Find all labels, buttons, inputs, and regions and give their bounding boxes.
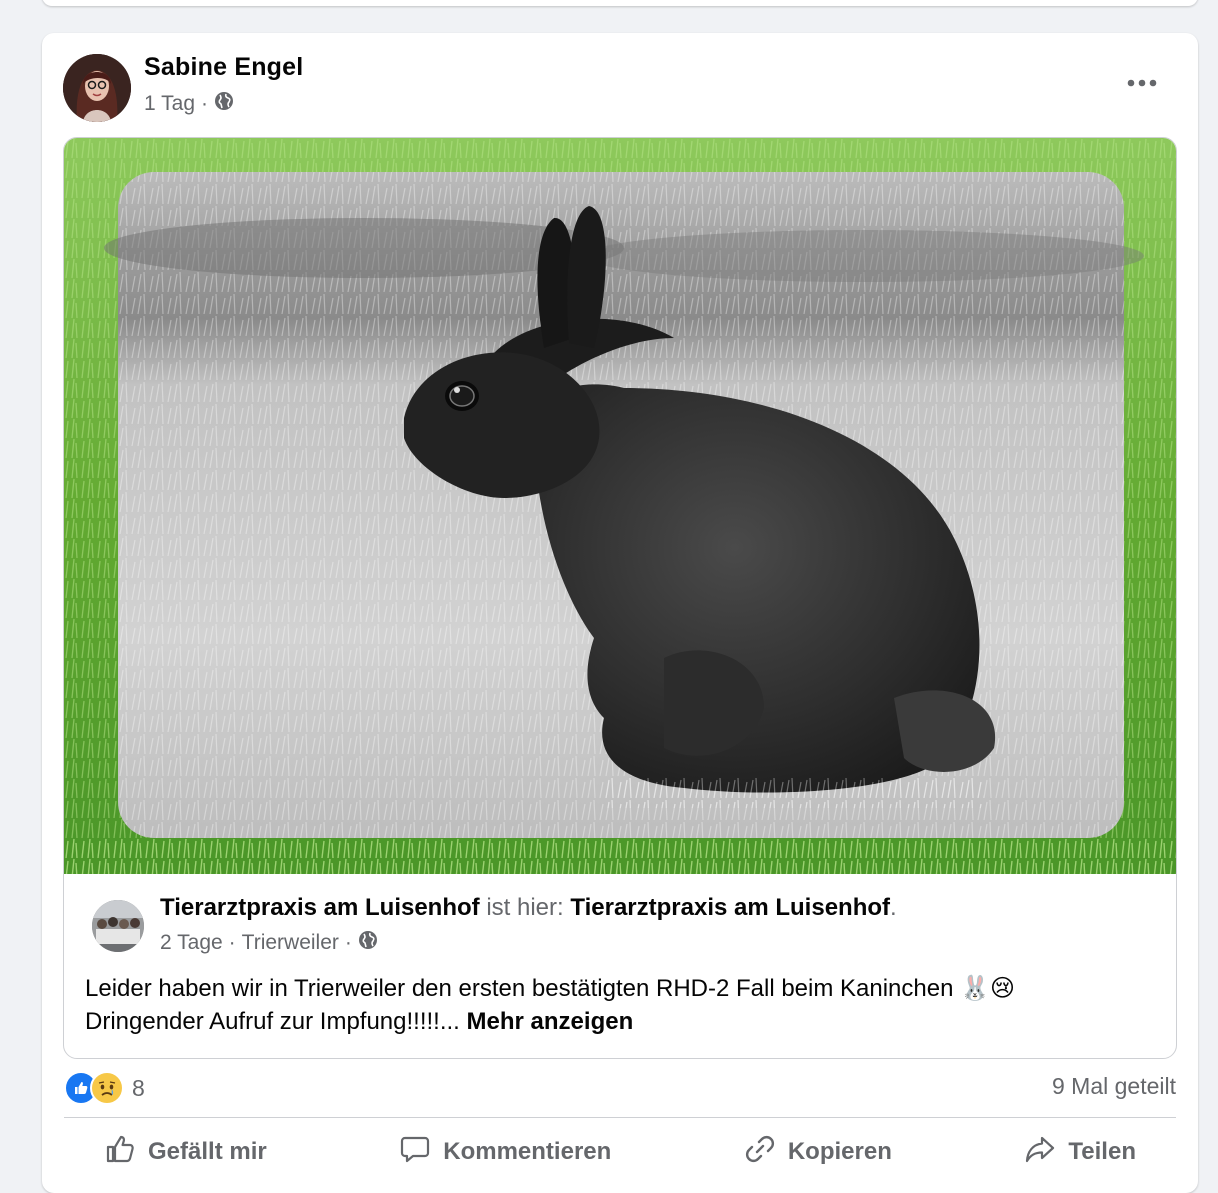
- author-name[interactable]: Sabine Engel: [144, 53, 303, 82]
- copy-link-button[interactable]: Kopieren: [704, 1129, 932, 1175]
- post-time[interactable]: 1 Tag: [144, 92, 195, 116]
- post-text-line: Dringender Aufruf zur Impfung!!!!!...: [85, 1008, 460, 1035]
- shared-post-meta: 2 Tage · Trierweiler ·: [160, 930, 378, 956]
- sad-reaction-icon: [90, 1071, 124, 1105]
- actions-divider: [64, 1117, 1176, 1118]
- share-button[interactable]: Teilen: [984, 1129, 1176, 1175]
- globe-icon: [214, 91, 234, 117]
- previous-post-card: [42, 0, 1198, 6]
- share-arrow-icon: [1024, 1133, 1056, 1172]
- place-link[interactable]: Trierweiler: [242, 931, 339, 955]
- meta-separator: ·: [228, 931, 236, 954]
- author-avatar[interactable]: [63, 54, 131, 122]
- see-more-link[interactable]: Mehr anzeigen: [467, 1008, 634, 1035]
- comment-label: Kommentieren: [443, 1138, 612, 1165]
- shared-post-header: Tierarztpraxis am Luisenhof ist hier: Ti…: [160, 894, 897, 922]
- like-label: Gefällt mir: [148, 1138, 267, 1165]
- post-options-button[interactable]: [1117, 63, 1167, 103]
- shared-post-time[interactable]: 2 Tage: [160, 931, 223, 955]
- post-text-line: Leider haben wir in Trierweiler den erst…: [85, 975, 1016, 1002]
- like-button[interactable]: Gefällt mir: [64, 1129, 307, 1175]
- checkin-status: ist hier:: [486, 894, 564, 921]
- reactions-summary[interactable]: 8: [64, 1071, 145, 1105]
- share-label: Teilen: [1068, 1138, 1136, 1165]
- link-icon: [744, 1133, 776, 1172]
- page-name-link[interactable]: Tierarztpraxis am Luisenhof: [160, 894, 480, 921]
- feed-post: Sabine Engel 1 Tag · Tierarztpraxis am L…: [42, 33, 1198, 1193]
- post-actions-bar: Gefällt mir Kommentieren Kopieren Teilen: [64, 1129, 1176, 1175]
- location-link[interactable]: Tierarztpraxis am Luisenhof: [570, 894, 890, 921]
- share-count[interactable]: 9 Mal geteilt: [1052, 1073, 1176, 1100]
- post-meta: 1 Tag ·: [144, 91, 234, 117]
- globe-icon: [358, 930, 378, 956]
- header-period: .: [890, 894, 897, 921]
- shared-post-text: Leider haben wir in Trierweiler den erst…: [85, 972, 1155, 1038]
- meta-separator: ·: [201, 92, 208, 115]
- reaction-count[interactable]: 8: [132, 1075, 145, 1102]
- page-avatar[interactable]: [92, 900, 144, 952]
- copy-label: Kopieren: [787, 1138, 892, 1165]
- post-image-rabbit[interactable]: [64, 138, 1176, 874]
- post-text-line-2: Dringender Aufruf zur Impfung!!!!!... Me…: [85, 1005, 1155, 1038]
- thumbs-up-icon: [104, 1133, 136, 1172]
- comment-button[interactable]: Kommentieren: [359, 1129, 651, 1175]
- shared-post[interactable]: Tierarztpraxis am Luisenhof ist hier: Ti…: [63, 137, 1177, 1059]
- comment-icon: [399, 1133, 431, 1172]
- more-horizontal-icon: [1127, 74, 1157, 92]
- meta-separator: ·: [344, 931, 352, 954]
